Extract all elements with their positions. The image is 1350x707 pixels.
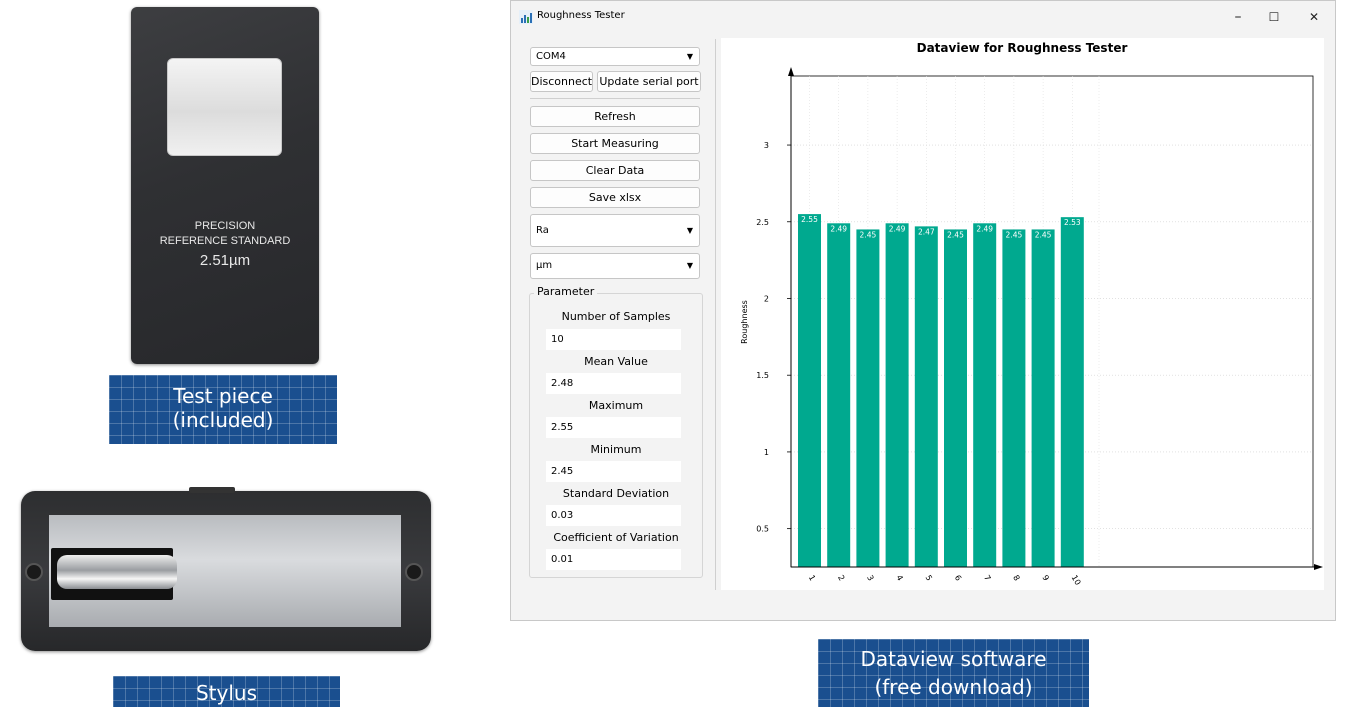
serial-port-value: COM4	[536, 51, 566, 62]
bar	[1031, 229, 1055, 567]
maximum-value: 2.55	[546, 417, 681, 438]
stylus-probe	[57, 555, 177, 589]
start-measuring-button[interactable]: Start Measuring	[530, 133, 700, 154]
parameter-group-title: Parameter	[534, 285, 598, 298]
serial-port-select[interactable]: COM4 ▼	[530, 47, 700, 66]
test-piece-label-line2: REFERENCE STANDARD	[159, 235, 291, 247]
x-tick-label: 8	[1011, 574, 1021, 583]
separator	[530, 98, 700, 99]
disconnect-button[interactable]: Disconnect	[530, 71, 593, 92]
bar	[973, 223, 997, 568]
chart-ylabel: Roughness	[740, 300, 749, 344]
bar-value-label: 2.45	[1006, 230, 1023, 239]
test-piece-label-value: 2.51µm	[199, 252, 251, 269]
window-title: Roughness Tester	[537, 10, 625, 21]
y-tick-label: 0.5	[756, 525, 769, 534]
update-serial-port-button[interactable]: Update serial port	[597, 71, 701, 92]
unit-select[interactable]: µm ▼	[530, 253, 700, 279]
x-tick-label: 2	[836, 574, 846, 583]
chart-bars: 2.55 2.49 2.45 2.49 2.47 2.45 2.49 2.45 2.45 2.53	[798, 214, 1084, 568]
minimum-label: Minimum	[590, 443, 642, 456]
test-piece-caption-line2: (included)	[172, 408, 274, 432]
bar	[1060, 217, 1084, 567]
bar	[944, 229, 967, 567]
chart-area: Dataview for Roughness Tester Roughness …	[721, 38, 1324, 590]
clear-data-button[interactable]: Clear Data	[530, 160, 700, 181]
x-tick-label: 7	[982, 574, 992, 583]
save-xlsx-button[interactable]: Save xlsx	[530, 187, 700, 208]
bar-value-label: 2.49	[830, 224, 847, 233]
test-piece-caption-line1: Test piece	[173, 384, 273, 408]
bar-value-label: 2.49	[976, 224, 993, 233]
app-window: Roughness Tester – ☐ ✕ COM4 ▼ Disconnect…	[510, 0, 1336, 621]
stylus-image	[21, 487, 431, 651]
bar	[827, 223, 851, 568]
chevron-down-icon: ▼	[686, 52, 693, 61]
cv-label: Coefficient of Variation	[553, 531, 679, 544]
samples-label: Number of Samples	[561, 310, 671, 323]
y-tick-label: 2	[764, 294, 769, 303]
dataview-caption-line2: (free download)	[874, 675, 1033, 699]
x-axis-arrow-icon	[1314, 564, 1323, 570]
y-tick-label: 3	[764, 141, 769, 150]
bar-value-label: 2.45	[860, 230, 877, 239]
minimum-value: 2.45	[546, 461, 681, 482]
std-dev-value: 0.03	[546, 505, 681, 526]
app-chart-icon	[519, 10, 533, 24]
bar-value-label: 2.53	[1064, 218, 1081, 227]
y-tick-label: 1.5	[756, 371, 769, 380]
minimize-button[interactable]: –	[1223, 5, 1253, 29]
mean-value: 2.48	[546, 373, 681, 394]
chevron-down-icon: ▼	[686, 226, 693, 235]
dataview-caption: Dataview software (free download)	[818, 639, 1089, 707]
y-tick-label: 2.5	[756, 218, 769, 227]
test-piece-window	[167, 58, 282, 156]
stylus-caption: Stylus	[113, 676, 340, 707]
bar	[798, 214, 821, 567]
stylus-top-tab	[189, 487, 235, 493]
cv-value: 0.01	[546, 549, 681, 570]
y-axis-arrow-icon	[788, 67, 794, 76]
x-tick-label: 4	[894, 574, 904, 583]
bar	[856, 229, 880, 567]
bar	[885, 223, 909, 568]
x-tick-label: 5	[924, 574, 934, 583]
x-tick-label: 6	[953, 574, 963, 583]
title-bar[interactable]: Roughness Tester – ☐ ✕	[511, 1, 1335, 33]
maximum-label: Maximum	[588, 399, 644, 412]
maximize-button[interactable]: ☐	[1259, 5, 1289, 29]
x-tick-label: 10	[1070, 574, 1083, 587]
test-piece-label-line1: PRECISION	[194, 220, 256, 232]
panel-splitter[interactable]	[715, 39, 716, 590]
roughness-bar-chart: Dataview for Roughness Tester Roughness …	[740, 41, 1323, 587]
right-screw-icon	[405, 563, 423, 581]
chevron-down-icon: ▼	[686, 261, 693, 270]
bar	[914, 226, 938, 567]
parameter-select-value: Ra	[536, 225, 549, 236]
test-piece-image: PRECISION REFERENCE STANDARD 2.51µm	[131, 7, 319, 364]
dataview-caption-line1: Dataview software	[860, 647, 1047, 671]
parameter-select[interactable]: Ra ▼	[530, 214, 700, 247]
refresh-button[interactable]: Refresh	[530, 106, 700, 127]
test-piece-caption: Test piece (included)	[109, 375, 337, 444]
mean-label: Mean Value	[584, 355, 648, 368]
left-screw-icon	[25, 563, 43, 581]
std-dev-label: Standard Deviation	[562, 487, 670, 500]
bar-value-label: 2.45	[947, 230, 964, 239]
y-tick-label: 1	[764, 448, 769, 457]
x-tick-label: 3	[865, 574, 875, 583]
chart-title: Dataview for Roughness Tester	[917, 41, 1128, 55]
bar-value-label: 2.55	[801, 215, 818, 224]
bar-value-label: 2.49	[889, 224, 906, 233]
unit-select-value: µm	[536, 260, 553, 271]
close-button[interactable]: ✕	[1299, 5, 1329, 29]
bar	[1002, 229, 1026, 567]
samples-value: 10	[546, 329, 681, 350]
bar-value-label: 2.47	[918, 227, 935, 236]
x-tick-label: 1	[807, 574, 817, 583]
bar-value-label: 2.45	[1035, 230, 1052, 239]
x-tick-label: 9	[1040, 574, 1050, 583]
